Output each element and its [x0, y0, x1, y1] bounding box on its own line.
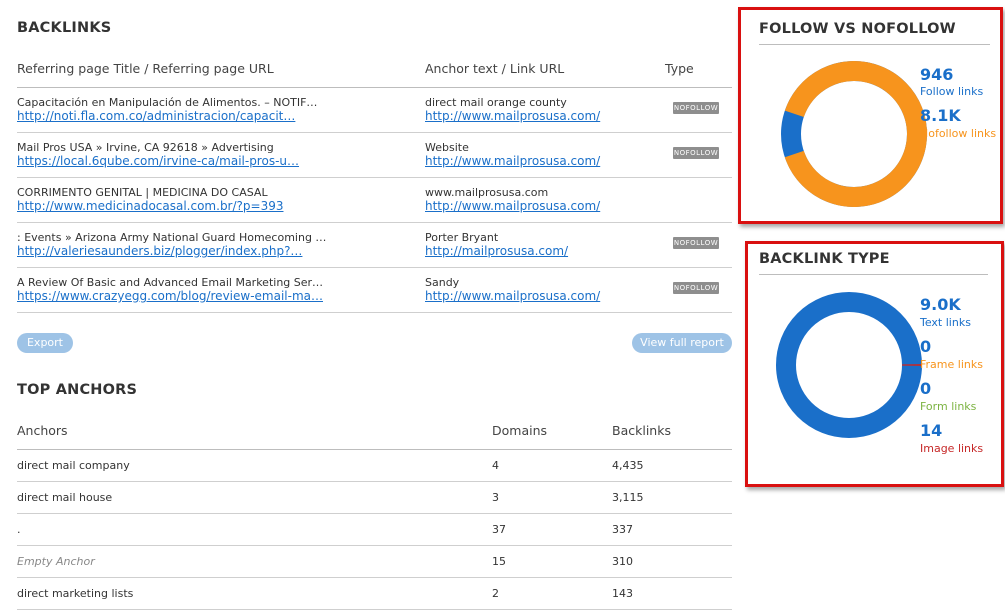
anchor-cell: Sandy http://www.mailprosusa.com/ [425, 276, 600, 303]
anchor-cell: Website http://www.mailprosusa.com/ [425, 141, 600, 168]
col-anchors: Anchors [17, 423, 68, 438]
col-anchor-text: Anchor text / Link URL [425, 61, 565, 76]
anchor-domains: 37 [492, 523, 506, 536]
row-divider [17, 222, 732, 223]
follow-nofollow-title: FOLLOW VS NOFOLLOW [759, 21, 956, 37]
anchor-cell: www.mailprosusa.com http://www.mailprosu… [425, 186, 600, 213]
frame-links-value: 0 [920, 337, 932, 356]
text-links-value: 9.0K [920, 295, 961, 314]
anchor-name: . [17, 523, 21, 536]
link-url[interactable]: http://www.mailprosusa.com/ [425, 199, 600, 213]
row-divider [17, 609, 732, 610]
nofollow-badge: NOFOLLOW [673, 147, 719, 159]
anchor-cell: direct mail orange county http://www.mai… [425, 96, 600, 123]
backlink-type-donut-chart [776, 292, 922, 438]
row-divider [17, 577, 732, 578]
anchor-text: www.mailprosusa.com [425, 186, 549, 199]
link-url[interactable]: http://mailprosusa.com/ [425, 244, 568, 258]
anchor-text: Porter Bryant [425, 231, 499, 244]
export-button[interactable]: Export [17, 333, 73, 353]
follow-links-label: Follow links [920, 85, 984, 98]
table-row: Capacitación en Manipulación de Alimento… [17, 96, 317, 123]
frame-links-label: Frame links [920, 358, 983, 371]
form-links-value: 0 [920, 379, 932, 398]
top-anchors-title: TOP ANCHORS [17, 382, 138, 398]
referring-page-url[interactable]: http://www.medicinadocasal.com.br/?p=393 [17, 199, 283, 213]
row-divider [17, 312, 732, 313]
col-referring-page: Referring page Title / Referring page UR… [17, 61, 274, 76]
referring-page-url[interactable]: http://valeriesaunders.biz/plogger/index… [17, 244, 326, 258]
header-divider [17, 87, 732, 88]
col-type: Type [665, 61, 694, 76]
anchor-backlinks: 337 [612, 523, 633, 536]
view-full-report-button[interactable]: View full report [632, 333, 732, 353]
table-row: : Events » Arizona Army National Guard H… [17, 231, 326, 258]
table-row: Mail Pros USA » Irvine, CA 92618 » Adver… [17, 141, 299, 168]
referring-page-title: Mail Pros USA » Irvine, CA 92618 » Adver… [17, 141, 274, 154]
nofollow-links-label: Nofollow links [920, 127, 997, 140]
table-row: CORRIMENTO GENITAL | MEDICINA DO CASAL h… [17, 186, 283, 213]
anchor-backlinks: 4,435 [612, 459, 644, 472]
row-divider [17, 513, 732, 514]
link-url[interactable]: http://www.mailprosusa.com/ [425, 109, 600, 123]
col-domains: Domains [492, 423, 548, 438]
anchor-domains: 15 [492, 555, 506, 568]
table-row: A Review Of Basic and Advanced Email Mar… [17, 276, 323, 303]
anchor-name: direct mail company [17, 459, 130, 472]
row-divider [17, 267, 732, 268]
follow-donut-chart [781, 61, 927, 207]
referring-page-title: CORRIMENTO GENITAL | MEDICINA DO CASAL [17, 186, 268, 199]
anchor-cell: Porter Bryant http://mailprosusa.com/ [425, 231, 568, 258]
anchor-text: direct mail orange county [425, 96, 567, 109]
image-links-value: 14 [920, 421, 943, 440]
referring-page-title: A Review Of Basic and Advanced Email Mar… [17, 276, 324, 289]
referring-page-title: : Events » Arizona Army National Guard H… [17, 231, 327, 244]
backlinks-title: BACKLINKS [17, 20, 112, 36]
anchor-backlinks: 310 [612, 555, 633, 568]
anchor-name: direct marketing lists [17, 587, 134, 600]
nofollow-links-value: 8.1K [920, 106, 961, 125]
link-url[interactable]: http://www.mailprosusa.com/ [425, 289, 600, 303]
anchor-domains: 2 [492, 587, 499, 600]
referring-page-title: Capacitación en Manipulación de Alimento… [17, 96, 318, 109]
anchor-backlinks: 143 [612, 587, 633, 600]
row-divider [17, 132, 732, 133]
anchor-text: Website [425, 141, 469, 154]
panel-divider [759, 44, 990, 45]
col-backlinks: Backlinks [612, 423, 671, 438]
nofollow-badge: NOFOLLOW [673, 102, 719, 114]
follow-links-value: 946 [920, 65, 954, 84]
header-divider [17, 449, 732, 450]
donut-segment-text [776, 292, 922, 438]
anchor-domains: 3 [492, 491, 499, 504]
anchor-backlinks: 3,115 [612, 491, 644, 504]
row-divider [17, 545, 732, 546]
follow-nofollow-panel: FOLLOW VS NOFOLLOW 946 Follow links 8.1K… [738, 7, 1003, 224]
referring-page-url[interactable]: http://noti.fla.com.co/administracion/ca… [17, 109, 317, 123]
anchor-name-empty: Empty Anchor [17, 555, 95, 568]
row-divider [17, 481, 732, 482]
nofollow-badge: NOFOLLOW [673, 237, 719, 249]
anchor-text: Sandy [425, 276, 460, 289]
link-url[interactable]: http://www.mailprosusa.com/ [425, 154, 600, 168]
nofollow-badge: NOFOLLOW [673, 282, 719, 294]
anchor-name: direct mail house [17, 491, 113, 504]
referring-page-url[interactable]: https://local.6qube.com/irvine-ca/mail-p… [17, 154, 299, 168]
row-divider [17, 177, 732, 178]
form-links-label: Form links [920, 400, 977, 413]
image-links-label: Image links [920, 442, 984, 455]
panel-divider [759, 274, 988, 275]
text-links-label: Text links [920, 316, 971, 329]
backlink-type-panel: BACKLINK TYPE 9.0K Text links 0 Frame li… [745, 241, 1004, 487]
backlink-type-title: BACKLINK TYPE [759, 251, 890, 267]
anchor-domains: 4 [492, 459, 499, 472]
referring-page-url[interactable]: https://www.crazyegg.com/blog/review-ema… [17, 289, 323, 303]
